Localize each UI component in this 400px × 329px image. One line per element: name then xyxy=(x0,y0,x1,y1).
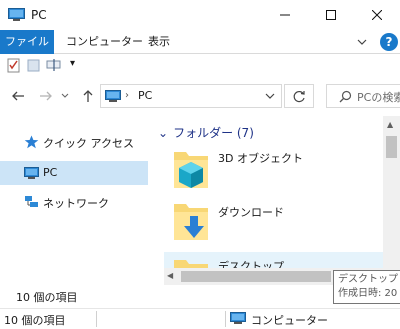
scroll-left-icon[interactable]: ◀ xyxy=(167,271,173,280)
nav-item-pc[interactable]: PC xyxy=(0,161,148,185)
group-title: フォルダー (7) xyxy=(173,126,254,140)
breadcrumb-separator-icon[interactable]: › xyxy=(125,90,129,101)
item-count: 10 個の項目 xyxy=(16,291,78,304)
navigation-pane: クイック アクセス PC ネットワーク xyxy=(0,116,150,285)
vertical-scrollbar[interactable]: ▲ xyxy=(383,116,400,270)
close-icon xyxy=(372,10,382,20)
up-button[interactable] xyxy=(78,86,98,106)
tooltip: デスクトップ 作成日時: 20 xyxy=(333,270,400,304)
nav-item-label: PC xyxy=(43,166,58,179)
scrollbar-thumb[interactable] xyxy=(386,136,397,158)
computer-icon xyxy=(105,90,121,102)
chevron-down-icon[interactable]: ⌄ xyxy=(158,126,168,140)
tooltip-title: デスクトップ xyxy=(338,274,398,285)
scrollbar-thumb[interactable] xyxy=(181,271,331,282)
status-item-count: 10 個の項目 xyxy=(4,314,66,327)
chevron-down-icon[interactable] xyxy=(264,90,276,102)
help-icon[interactable]: ? xyxy=(380,33,398,51)
ribbon-tabs: ファイル コンピューター 表示 ? xyxy=(0,30,400,54)
3d-objects-folder-icon xyxy=(174,152,208,188)
nav-item-label: クイック アクセス xyxy=(43,137,134,150)
tab-computer[interactable]: コンピューター xyxy=(58,30,151,54)
title-bar: PC xyxy=(0,0,400,30)
computer-icon xyxy=(230,312,246,324)
window-title: PC xyxy=(31,8,47,22)
item-label: ダウンロード xyxy=(218,206,284,219)
forward-button[interactable] xyxy=(36,86,56,106)
search-placeholder[interactable]: PCの検索 xyxy=(357,89,400,105)
chevron-down-icon[interactable] xyxy=(355,35,369,49)
maximize-button[interactable] xyxy=(308,0,354,30)
quick-access-toolbar: ▾ xyxy=(0,54,400,76)
address-bar[interactable]: › PC xyxy=(100,84,282,108)
item-label: 3D オブジェクト xyxy=(218,152,303,165)
search-box[interactable]: PCの検索 xyxy=(326,84,400,108)
maximize-icon xyxy=(326,10,336,20)
arrow-up-icon xyxy=(83,90,93,102)
close-button[interactable] xyxy=(354,0,400,30)
new-folder-icon[interactable] xyxy=(26,57,42,73)
arrow-left-icon xyxy=(12,91,24,101)
status-location: コンピューター xyxy=(251,314,328,327)
chevron-down-icon xyxy=(61,93,69,98)
file-list: ⌄ フォルダー (7) 3D オブジェクト ダウンロード デスクトップ xyxy=(150,116,400,285)
rename-icon[interactable] xyxy=(46,57,62,73)
search-icon xyxy=(339,90,352,103)
arrow-right-icon xyxy=(40,91,52,101)
recent-locations-button[interactable] xyxy=(58,86,72,106)
computer-icon xyxy=(8,8,25,21)
nav-item-label: ネットワーク xyxy=(43,197,109,210)
minimize-icon xyxy=(280,14,290,16)
tab-view[interactable]: 表示 xyxy=(140,30,178,54)
nav-item-network[interactable]: ネットワーク xyxy=(0,190,148,214)
navigation-bar: › PC PCの検索 xyxy=(0,76,400,116)
status-bar: 10 個の項目 コンピューター xyxy=(0,308,400,329)
back-button[interactable] xyxy=(8,86,28,106)
minimize-button[interactable] xyxy=(262,0,308,30)
computer-icon xyxy=(24,167,39,179)
list-item-downloads[interactable]: ダウンロード xyxy=(164,198,384,250)
scroll-up-icon[interactable]: ▲ xyxy=(387,120,393,129)
properties-icon[interactable] xyxy=(6,57,22,73)
list-item-3d-objects[interactable]: 3D オブジェクト xyxy=(164,144,384,196)
status-divider xyxy=(225,311,226,327)
tooltip-detail: 作成日時: 20 xyxy=(338,288,398,299)
group-header-folders[interactable]: ⌄ フォルダー (7) xyxy=(158,124,254,141)
status-divider xyxy=(96,311,97,327)
tab-file[interactable]: ファイル xyxy=(0,30,54,54)
refresh-button[interactable] xyxy=(284,84,314,108)
customize-dropdown-icon[interactable]: ▾ xyxy=(70,58,75,69)
network-icon xyxy=(25,196,38,207)
nav-item-quick-access[interactable]: クイック アクセス xyxy=(0,130,148,154)
downloads-folder-icon xyxy=(174,204,208,240)
refresh-icon xyxy=(293,90,305,102)
star-icon xyxy=(24,135,39,149)
address-path[interactable]: PC xyxy=(138,89,152,102)
